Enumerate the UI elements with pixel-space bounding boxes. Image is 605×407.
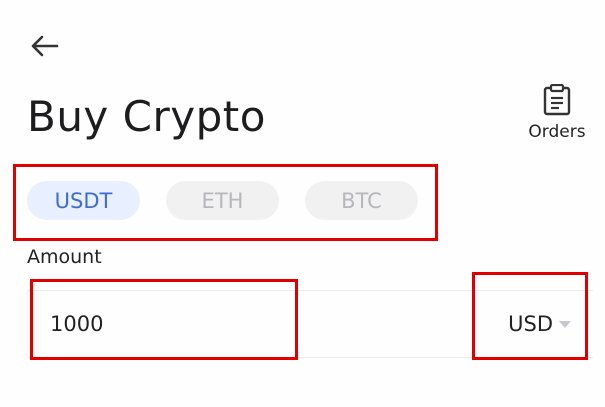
amount-field-container: USD <box>27 290 593 358</box>
page-title: Buy Crypto <box>27 92 266 141</box>
arrow-left-icon <box>31 35 59 57</box>
caret-down-icon <box>559 320 571 328</box>
amount-label: Amount <box>27 246 102 268</box>
clipboard-icon <box>543 84 571 116</box>
back-button[interactable] <box>26 28 62 64</box>
currency-selector[interactable]: USD <box>508 291 571 357</box>
tab-eth[interactable]: ETH <box>166 181 279 220</box>
tab-btc[interactable]: BTC <box>305 181 418 220</box>
currency-code: USD <box>508 312 553 336</box>
tab-usdt[interactable]: USDT <box>27 181 140 220</box>
orders-label: Orders <box>528 122 586 142</box>
crypto-tab-group: USDT ETH BTC <box>27 181 418 220</box>
amount-input[interactable] <box>50 291 310 357</box>
orders-button[interactable]: Orders <box>522 84 592 142</box>
